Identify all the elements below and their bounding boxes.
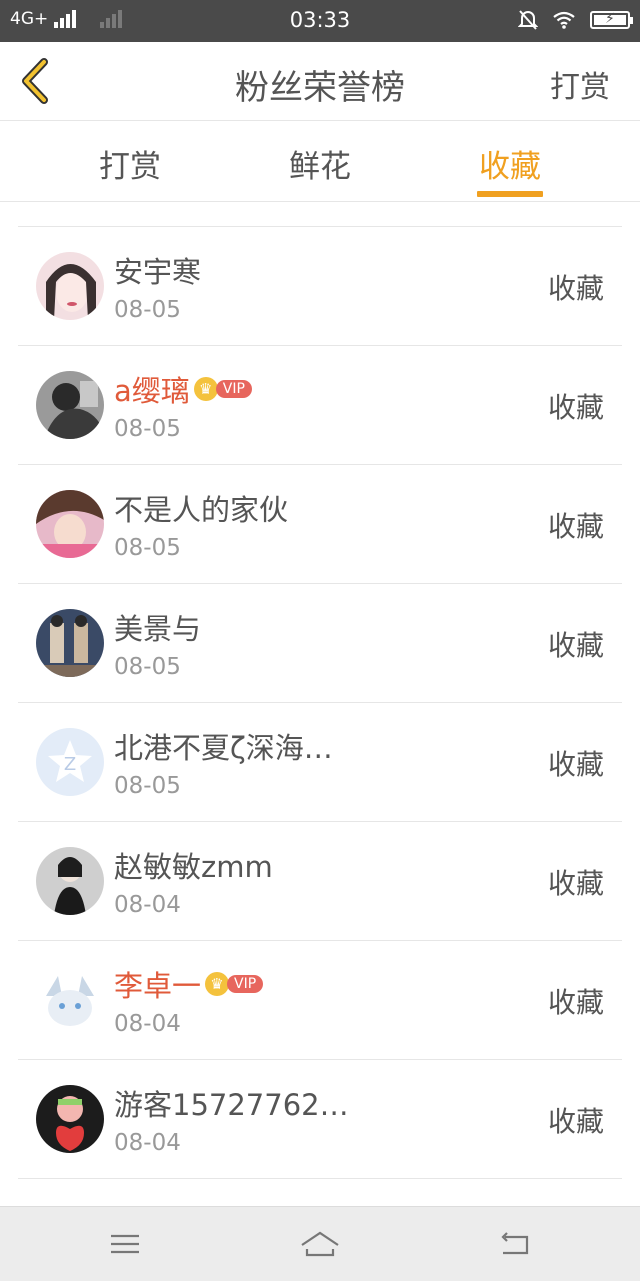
avatar[interactable]: Z <box>36 728 104 796</box>
tab-favorites[interactable]: 收藏 <box>445 141 575 186</box>
default-avatar-icon: Z <box>36 728 104 796</box>
home-button[interactable] <box>298 1225 342 1263</box>
avatar[interactable] <box>36 966 104 1034</box>
avatar[interactable] <box>36 252 104 320</box>
list-item[interactable]: a缨璃 ♛ VIP 08-05 收藏 <box>18 346 622 465</box>
favorite-label: 收藏 <box>547 748 604 781</box>
tab-bar: 打赏 鲜花 收藏 <box>0 121 640 202</box>
app-header: 粉丝荣誉榜 打赏 <box>0 42 640 121</box>
vip-badge: VIP <box>215 380 252 398</box>
favorite-label: 收藏 <box>547 391 604 424</box>
list-item[interactable]: 赵敏敏zmm 08-04 收藏 <box>18 822 622 941</box>
user-name: 美景与 <box>114 612 202 646</box>
date: 08-04 <box>114 1011 181 1037</box>
user-name: 赵敏敏zmm <box>114 850 273 884</box>
list-item[interactable]: 美景与 08-05 收藏 <box>18 584 622 703</box>
menu-button[interactable] <box>105 1225 145 1263</box>
user-name: a缨璃 ♛ VIP <box>114 368 252 410</box>
favorite-label: 收藏 <box>547 272 604 305</box>
battery-icon: ⚡ <box>590 11 633 29</box>
date: 08-05 <box>114 654 181 680</box>
tab-tip[interactable]: 打赏 <box>65 141 195 186</box>
user-name: 安宇寒 <box>114 255 202 289</box>
back-nav-button[interactable] <box>495 1225 535 1263</box>
mute-bell-icon <box>518 10 538 30</box>
tip-button[interactable]: 打赏 <box>550 62 610 106</box>
favorite-label: 收藏 <box>547 867 604 900</box>
wifi-icon <box>553 11 575 29</box>
tab-flowers[interactable]: 鲜花 <box>255 141 385 186</box>
favorite-label: 收藏 <box>547 629 604 662</box>
avatar[interactable] <box>36 1085 104 1153</box>
crown-icon: ♛ <box>193 377 218 401</box>
avatar[interactable] <box>36 847 104 915</box>
list-item[interactable]: 不是人的家伙 08-05 收藏 <box>18 465 622 584</box>
avatar[interactable] <box>36 371 104 439</box>
date: 08-04 <box>114 892 181 918</box>
date: 08-05 <box>114 416 181 442</box>
favorite-label: 收藏 <box>547 510 604 543</box>
list-item[interactable]: Z 北港不夏ζ深海… 08-05 收藏 <box>18 703 622 822</box>
avatar[interactable] <box>36 609 104 677</box>
status-bar: 4G+ 03:33 ⚡ <box>0 0 640 42</box>
list-item[interactable]: 李卓一 ♛ VIP 08-04 收藏 <box>18 941 622 1060</box>
avatar[interactable] <box>36 490 104 558</box>
favorite-label: 收藏 <box>547 1105 604 1138</box>
user-name: 游客15727762… <box>114 1088 349 1122</box>
user-name: 李卓一 ♛ VIP <box>114 963 264 1005</box>
page-title: 粉丝荣誉榜 <box>235 68 405 108</box>
list-item[interactable]: 游客15727762… 08-04 收藏 <box>18 1060 622 1179</box>
list-item-partial <box>18 202 622 227</box>
user-name: 不是人的家伙 <box>114 493 289 527</box>
home-icon <box>301 1231 339 1257</box>
system-nav-bar <box>0 1206 640 1281</box>
fan-list: 安宇寒 08-05 收藏 a缨璃 ♛ VIP 08-05 收藏 不是人的家伙 08… <box>18 202 622 1205</box>
return-icon <box>501 1232 529 1255</box>
date: 08-05 <box>114 773 181 799</box>
favorite-label: 收藏 <box>547 986 604 1019</box>
list-item[interactable]: 安宇寒 08-05 收藏 <box>18 227 622 346</box>
menu-icon <box>111 1234 139 1254</box>
status-icons: ⚡ <box>518 9 633 31</box>
date: 08-04 <box>114 1130 181 1156</box>
svg-text:Z: Z <box>64 754 76 775</box>
vip-badge: VIP <box>227 975 264 993</box>
crown-icon: ♛ <box>205 972 230 996</box>
date: 08-05 <box>114 535 181 561</box>
user-name: 北港不夏ζ深海… <box>114 731 333 765</box>
date: 08-05 <box>114 297 181 323</box>
active-tab-indicator <box>477 191 543 197</box>
